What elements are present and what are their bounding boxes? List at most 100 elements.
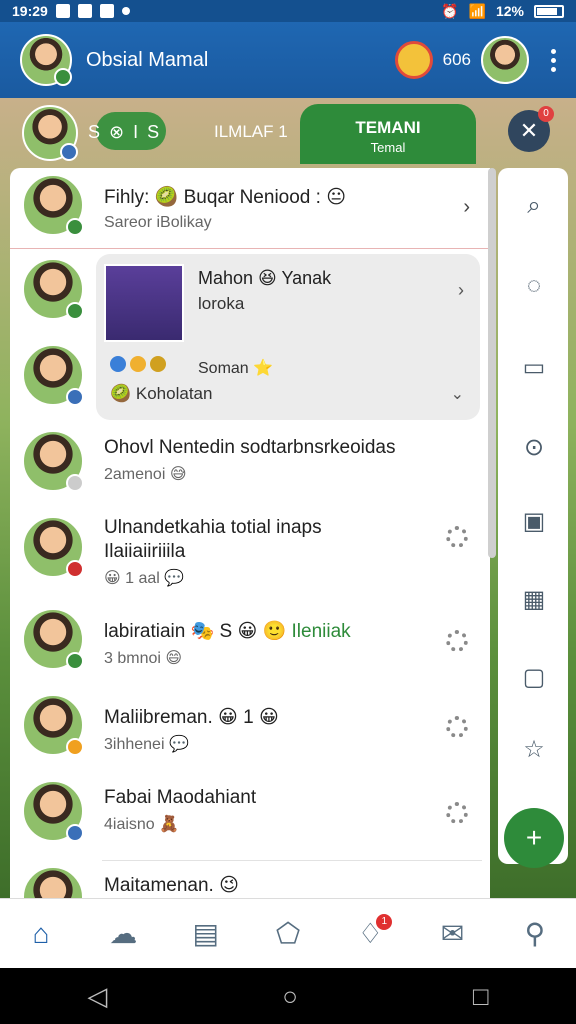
close-icon[interactable]: ✕ 0 bbox=[508, 106, 554, 152]
tab-avatar-badge bbox=[60, 143, 78, 161]
add-fab-button[interactable]: + bbox=[504, 808, 564, 868]
tab-temani-subtitle: Temal bbox=[370, 140, 406, 155]
list-item-name: Ulnandetkahia totial inaps bbox=[104, 517, 322, 538]
friends-icon[interactable]: ☁ bbox=[101, 912, 145, 956]
list-item[interactable]: Fabai Maodahiant 4iaisno 🧸 bbox=[10, 780, 490, 842]
close-badge: 0 bbox=[538, 106, 554, 122]
preview-sub: loroka bbox=[198, 294, 245, 313]
battery-text: 12% bbox=[495, 3, 524, 19]
list-item-sub: 3 bmnoi 😄 bbox=[104, 650, 183, 667]
scrollbar[interactable] bbox=[488, 168, 496, 558]
list-item-name: labiratiain 🎭 S 😀 🙂 Ileniiak bbox=[104, 621, 351, 642]
alerts-icon[interactable]: ♢ 1 bbox=[348, 912, 393, 956]
avatar bbox=[22, 516, 84, 578]
list-item-name: Fihly: 🥝 Buqar Neniood : 😐 bbox=[104, 187, 347, 208]
comment-icon[interactable]: ▢ bbox=[520, 664, 548, 692]
side-rail: ⌕ ◌ ▭ ⊙ ▣ ▦ ▢ ☆ bbox=[498, 168, 568, 864]
avatar bbox=[22, 430, 84, 492]
list-item-sub: 2amenoi 😅 bbox=[104, 466, 187, 483]
back-icon[interactable]: ◁ bbox=[87, 981, 107, 1012]
battery-icon bbox=[534, 4, 564, 18]
settings-icon[interactable] bbox=[446, 630, 468, 652]
message-icon[interactable]: ▣ bbox=[520, 508, 548, 536]
avatar bbox=[22, 344, 84, 406]
avatar bbox=[22, 258, 84, 320]
friend-avatar[interactable] bbox=[481, 36, 529, 84]
recents-icon[interactable]: □ bbox=[473, 981, 489, 1012]
time-text: 19:29 bbox=[12, 3, 48, 19]
settings-icon[interactable] bbox=[446, 716, 468, 738]
chevron-right-icon[interactable]: › bbox=[458, 280, 464, 301]
home-circle-icon[interactable]: ○ bbox=[282, 981, 298, 1012]
grid-icon[interactable]: ▦ bbox=[520, 586, 548, 614]
preview-summary: Soman ⭐ bbox=[198, 360, 274, 377]
tab-temani[interactable]: TEMANI Temal bbox=[300, 104, 476, 164]
list-item[interactable]: Fihly: 🥝 Buqar Neniood : 😐 Sareor iBolik… bbox=[10, 174, 490, 236]
avatar bbox=[22, 780, 84, 842]
list-item[interactable]: labiratiain 🎭 S 😀 🙂 Ileniiak 3 bmnoi 😄 bbox=[10, 608, 490, 670]
list-item-sub: 4iaisno 🧸 bbox=[104, 816, 180, 833]
alarm-icon: ⏰ bbox=[441, 2, 459, 19]
wifi-icon: 📶 bbox=[468, 2, 486, 19]
preview-location: 🥝 Koholatan bbox=[110, 384, 213, 403]
list-item[interactable]: Maliibreman. 😀 1 😀 3ihhenei 💬 bbox=[10, 694, 490, 756]
search-icon[interactable]: ⌕ bbox=[520, 192, 548, 220]
avatar bbox=[22, 694, 84, 756]
more-options-icon[interactable] bbox=[551, 48, 556, 72]
bottom-nav: ⌂ ☁ ▤ ⬠ ♢ 1 ✉ ⚲ bbox=[0, 898, 576, 972]
location-icon[interactable]: ⚲ bbox=[513, 912, 557, 956]
reward-emoji-icon[interactable] bbox=[394, 41, 433, 79]
avatar bbox=[22, 174, 84, 236]
preview-thumbnail bbox=[104, 264, 184, 342]
list-item-sub: Sareor iBolikay bbox=[104, 214, 212, 231]
settings-icon[interactable] bbox=[446, 802, 468, 824]
magnify-icon[interactable]: ⊙ bbox=[520, 434, 548, 462]
list-item-name: Maliibreman. 😀 1 😀 bbox=[104, 707, 279, 728]
chevron-down-icon[interactable]: ⌄ bbox=[451, 384, 464, 404]
avatar bbox=[22, 608, 84, 670]
list-item-sub: 😀 1 aal 💬 bbox=[104, 570, 185, 587]
tab-temani-title: TEMANI bbox=[355, 118, 421, 137]
tab-s-label[interactable]: S ⊗ I S bbox=[88, 122, 161, 143]
app-notification-icon-2 bbox=[77, 4, 92, 18]
home-icon[interactable]: ⌂ bbox=[19, 912, 63, 972]
profile-avatar[interactable] bbox=[20, 34, 72, 86]
preview-title: Mahon 😆 Yanak bbox=[198, 268, 332, 288]
star-icon[interactable]: ☆ bbox=[520, 736, 548, 764]
box-icon[interactable]: ⬠ bbox=[266, 912, 310, 956]
inbox-icon[interactable]: ✉ bbox=[431, 912, 475, 956]
list-item-sub: 3ihhenei 💬 bbox=[104, 736, 189, 753]
list-item[interactable]: Ulnandetkahia totial inaps Ilaiiaiiriiil… bbox=[10, 516, 490, 588]
participant-dots bbox=[110, 356, 166, 372]
divider bbox=[10, 248, 490, 249]
app-notification-icon-3 bbox=[99, 4, 114, 18]
status-bar: 19:29 ⏰ 📶 12% bbox=[0, 0, 576, 22]
list-item-name: Ohovl Nentedin sodtarbnsrkeoidas bbox=[104, 437, 396, 458]
expanded-preview[interactable]: Mahon 😆 Yanak loroka › Soman ⭐ 🥝 Koholat… bbox=[96, 254, 480, 420]
chat-icon[interactable]: ▤ bbox=[184, 912, 228, 956]
avatar bbox=[22, 866, 84, 898]
list-item-name-2: Ilaiiaiiriiila bbox=[104, 541, 186, 562]
app-notification-icon bbox=[55, 4, 70, 18]
chevron-right-icon[interactable]: › bbox=[463, 196, 470, 219]
chat-bubble-icon[interactable]: ◌ bbox=[520, 272, 548, 300]
list-item-name: Maitamenan. 😉 bbox=[104, 875, 239, 896]
tab-row: S ⊗ I S ILMLAF 1 TEMANI Temal ✕ 0 bbox=[0, 98, 576, 168]
chat-list: Fihly: 🥝 Buqar Neniood : 😐 Sareor iBolik… bbox=[10, 168, 490, 898]
app-title: Obsial Mamal bbox=[86, 48, 209, 71]
card-icon[interactable]: ▭ bbox=[520, 354, 548, 382]
app-bar: Obsial Mamal 606 bbox=[0, 22, 576, 98]
divider bbox=[102, 860, 482, 861]
system-nav-bar: ◁ ○ □ bbox=[0, 968, 576, 1024]
settings-icon[interactable] bbox=[446, 526, 468, 548]
more-notifications-icon bbox=[121, 7, 130, 15]
list-item[interactable]: Maitamenan. 😉 bbox=[10, 866, 490, 898]
list-item-name: Fabai Maodahiant bbox=[104, 787, 257, 808]
alerts-badge: 1 bbox=[376, 913, 393, 930]
profile-badge bbox=[54, 68, 72, 86]
tab-ilmlaf[interactable]: ILMLAF 1 bbox=[214, 122, 288, 142]
tab-avatar[interactable] bbox=[22, 105, 78, 161]
list-item-highlight: Ileniiak bbox=[291, 621, 351, 642]
list-item[interactable]: Ohovl Nentedin sodtarbnsrkeoidas 2amenoi… bbox=[10, 430, 490, 492]
reward-count: 606 bbox=[442, 50, 471, 69]
